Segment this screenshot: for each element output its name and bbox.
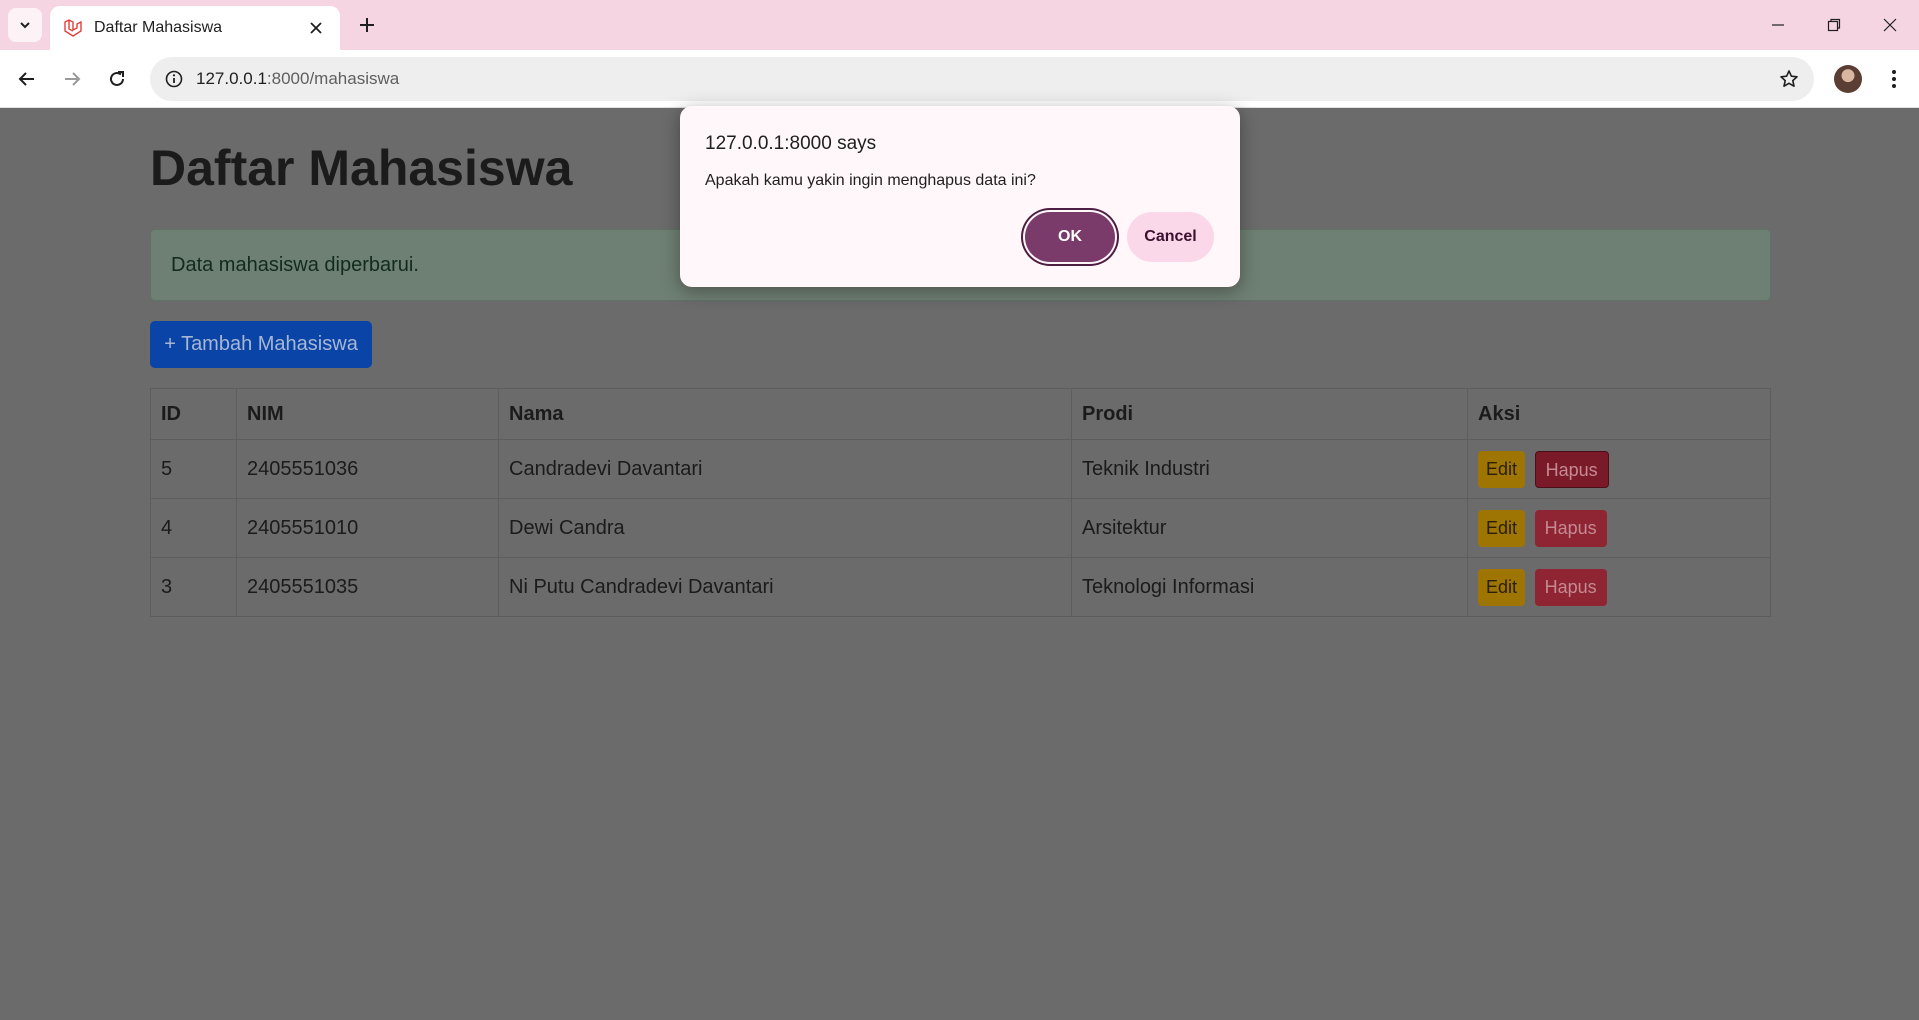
cell-nama: Candradevi Davantari bbox=[498, 439, 1072, 499]
arrow-left-icon bbox=[18, 72, 34, 86]
dialog-title: 127.0.0.1:8000 says bbox=[705, 133, 877, 154]
browser-menu-button[interactable] bbox=[1876, 61, 1912, 97]
page-title: Daftar Mahasiswa bbox=[150, 140, 573, 196]
chevron-down-icon bbox=[20, 22, 30, 29]
reload-button[interactable] bbox=[99, 61, 135, 97]
new-tab-button[interactable] bbox=[350, 8, 384, 42]
dialog-cancel-button[interactable]: Cancel bbox=[1127, 212, 1214, 262]
add-student-button[interactable]: + Tambah Mahasiswa bbox=[150, 321, 372, 368]
close-window-button[interactable] bbox=[1862, 0, 1918, 50]
plus-icon bbox=[360, 18, 374, 32]
browser-tab[interactable]: Daftar Mahasiswa bbox=[50, 6, 340, 50]
delete-button[interactable]: Hapus bbox=[1534, 450, 1609, 488]
cell-nim: 2405551010 bbox=[236, 498, 499, 558]
restore-button[interactable] bbox=[1806, 0, 1862, 50]
delete-button[interactable]: Hapus bbox=[1534, 509, 1607, 547]
restore-icon bbox=[1827, 18, 1841, 32]
cell-nim: 2405551036 bbox=[236, 439, 499, 499]
header-nama: Nama bbox=[498, 388, 1072, 440]
bookmark-star-icon[interactable] bbox=[1776, 66, 1802, 92]
more-vertical-icon bbox=[1892, 70, 1896, 88]
edit-button[interactable]: Edit bbox=[1478, 450, 1526, 488]
tab-title: Daftar Mahasiswa bbox=[94, 19, 223, 36]
cell-id: 3 bbox=[150, 557, 237, 617]
back-button[interactable] bbox=[9, 61, 45, 97]
profile-avatar[interactable] bbox=[1834, 65, 1862, 93]
close-icon bbox=[1883, 18, 1897, 32]
minimize-button[interactable] bbox=[1750, 0, 1806, 50]
header-aksi: Aksi bbox=[1467, 388, 1771, 440]
dialog-message: Apakah kamu yakin ingin menghapus data i… bbox=[705, 172, 1036, 189]
url-path: :8000/mahasiswa bbox=[266, 69, 400, 88]
laravel-favicon-icon bbox=[62, 17, 84, 39]
tab-search-button[interactable] bbox=[8, 8, 42, 42]
header-prodi: Prodi bbox=[1071, 388, 1468, 440]
url-text: 127.0.0.1:8000/mahasiswa bbox=[196, 69, 399, 89]
cell-prodi: Teknik Industri bbox=[1071, 439, 1468, 499]
arrow-right-icon bbox=[65, 72, 81, 86]
student-table: ID NIM Nama Prodi Aksi 5 2405551036 Cand… bbox=[150, 388, 1771, 617]
cell-id: 5 bbox=[150, 439, 237, 499]
header-id: ID bbox=[150, 388, 237, 440]
reload-icon bbox=[110, 71, 124, 86]
site-info-icon[interactable] bbox=[152, 57, 196, 101]
cell-nama: Dewi Candra bbox=[498, 498, 1072, 558]
confirm-dialog: 127.0.0.1:8000 says Apakah kamu yakin in… bbox=[680, 106, 1240, 287]
minimize-icon bbox=[1772, 24, 1784, 26]
edit-button[interactable]: Edit bbox=[1478, 509, 1526, 547]
dialog-ok-button[interactable]: OK bbox=[1025, 212, 1115, 262]
cell-prodi: Teknologi Informasi bbox=[1071, 557, 1468, 617]
url-host: 127.0.0.1 bbox=[196, 69, 267, 88]
delete-button[interactable]: Hapus bbox=[1534, 568, 1607, 606]
table-row: 5 2405551036 Candradevi Davantari Teknik… bbox=[150, 439, 1771, 499]
tab-strip: Daftar Mahasiswa bbox=[0, 0, 1919, 50]
alert-text: Data mahasiswa diperbarui. bbox=[171, 253, 419, 276]
cell-nim: 2405551035 bbox=[236, 557, 499, 617]
table-row: 4 2405551010 Dewi Candra Arsitektur Edit… bbox=[150, 498, 1771, 558]
table-header-row: ID NIM Nama Prodi Aksi bbox=[150, 388, 1771, 440]
table-row: 3 2405551035 Ni Putu Candradevi Davantar… bbox=[150, 557, 1771, 617]
cell-actions: Edit Hapus bbox=[1467, 439, 1771, 499]
edit-button[interactable]: Edit bbox=[1478, 568, 1526, 606]
address-bar[interactable]: 127.0.0.1:8000/mahasiswa bbox=[150, 57, 1814, 101]
cell-prodi: Arsitektur bbox=[1071, 498, 1468, 558]
cell-id: 4 bbox=[150, 498, 237, 558]
forward-button[interactable] bbox=[54, 61, 90, 97]
cell-actions: Edit Hapus bbox=[1467, 498, 1771, 558]
browser-toolbar: 127.0.0.1:8000/mahasiswa bbox=[0, 50, 1919, 108]
cell-nama: Ni Putu Candradevi Davantari bbox=[498, 557, 1072, 617]
header-nim: NIM bbox=[236, 388, 499, 440]
cell-actions: Edit Hapus bbox=[1467, 557, 1771, 617]
close-tab-icon[interactable] bbox=[304, 16, 328, 40]
